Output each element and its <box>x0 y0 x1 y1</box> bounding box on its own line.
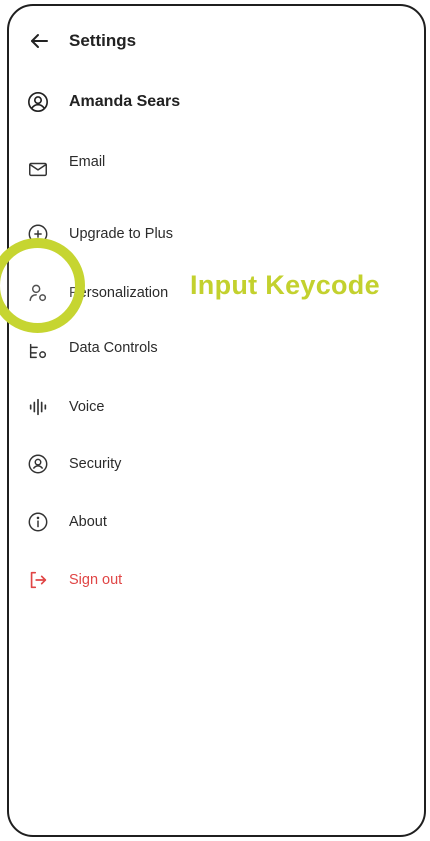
settings-header: Settings <box>9 26 424 58</box>
menu-item-security[interactable]: Security <box>9 450 424 480</box>
logout-icon <box>27 569 49 591</box>
about-label: About <box>69 514 107 530</box>
menu-item-sign-out[interactable]: Sign out <box>9 566 424 596</box>
upgrade-label: Upgrade to Plus <box>69 226 173 242</box>
profile-name: Amanda Sears <box>69 93 181 110</box>
menu-item-data-controls[interactable]: Data Controls <box>9 334 424 364</box>
profile-row[interactable]: Amanda Sears <box>9 88 424 118</box>
email-label: Email <box>69 154 106 170</box>
security-label: Security <box>69 456 122 472</box>
menu-item-email[interactable]: Email <box>9 148 424 178</box>
sign-out-label: Sign out <box>69 572 123 588</box>
waveform-icon <box>27 396 49 418</box>
menu-item-voice[interactable]: Voice <box>9 393 424 423</box>
annotation-label: Input Keycode <box>190 270 380 300</box>
phone-frame: Settings Amanda Sears Email Upgrade to P… <box>7 4 426 837</box>
user-circle-icon <box>27 91 49 113</box>
menu-item-upgrade[interactable]: Upgrade to Plus <box>9 220 424 250</box>
page-title: Settings <box>69 31 137 50</box>
menu-item-about[interactable]: About <box>9 508 424 538</box>
voice-label: Voice <box>69 399 105 415</box>
back-arrow-icon[interactable] <box>27 29 51 53</box>
data-controls-label: Data Controls <box>69 340 158 356</box>
info-icon <box>27 511 49 533</box>
mail-icon <box>27 158 49 180</box>
security-icon <box>27 453 49 475</box>
data-controls-icon <box>27 340 49 362</box>
